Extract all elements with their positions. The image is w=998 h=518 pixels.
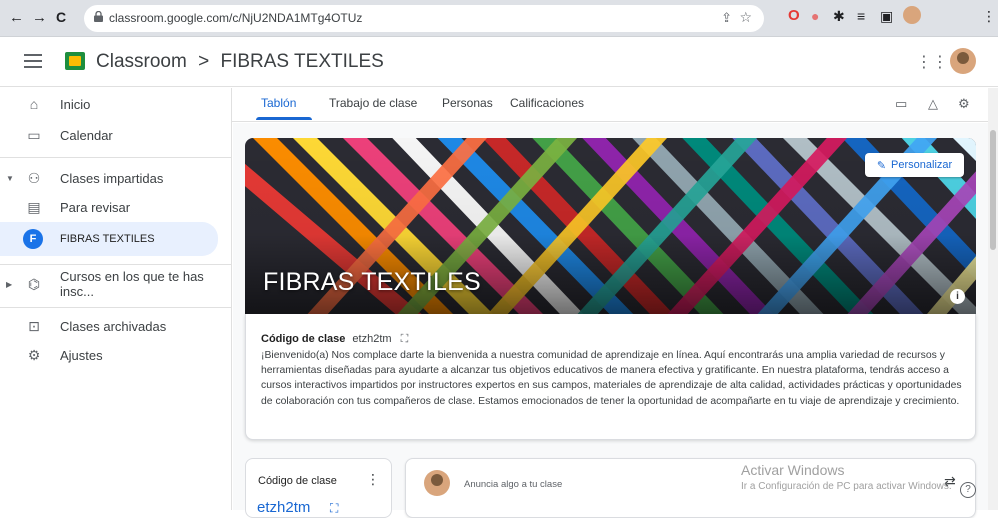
breadcrumb: Classroom > FIBRAS TEXTILES [96, 51, 384, 73]
sidebar-item-label: Cursos en los que te has insc... [60, 269, 204, 299]
class-code-card-title: Código de clase [258, 475, 337, 487]
fullscreen-icon[interactable]: ⛶ [330, 501, 338, 516]
sidebar-divider [0, 264, 232, 265]
reading-list-icon[interactable]: ≡ [857, 8, 865, 24]
class-name-breadcrumb[interactable]: FIBRAS TEXTILES [220, 51, 383, 72]
sidebar-item-calendar[interactable]: ▭ Calendar [0, 119, 218, 151]
sidebar-item-inicio[interactable]: ⌂ Inicio [0, 88, 218, 120]
browser-menu-icon[interactable]: ⋮ [982, 8, 996, 25]
back-icon[interactable]: ← [9, 9, 24, 26]
sidebar-divider [0, 157, 232, 158]
sidebar-item-label: FIBRAS TEXTILES [60, 233, 155, 245]
windows-activation-title: Activar Windows [741, 462, 845, 478]
tab-tablon[interactable]: Tablón [261, 96, 296, 110]
people-icon: ⚇ [27, 169, 41, 186]
class-banner: FIBRAS TEXTILES ✎ Personalizar i [245, 138, 976, 314]
sidebar-item-label: Calendar [60, 127, 113, 143]
customize-label: Personalizar [891, 159, 953, 171]
sidebar-item-fibras-textiles[interactable]: F FIBRAS TEXTILES [0, 222, 218, 256]
side-panel-icon[interactable]: ▣ [880, 8, 893, 25]
sidebar-item-para-revisar[interactable]: ▤ Para revisar [0, 191, 218, 223]
account-avatar[interactable] [950, 48, 976, 74]
class-avatar: F [23, 229, 43, 249]
calendar-icon[interactable]: ▭ [895, 96, 907, 112]
sidebar-item-label: Clases archivadas [60, 318, 167, 334]
tab-trabajo-de-clase[interactable]: Trabajo de clase [329, 96, 417, 110]
sidebar-item-label: Ajustes [60, 347, 103, 363]
classroom-header: Classroom > FIBRAS TEXTILES ⋮⋮⋮ [0, 37, 998, 87]
page-scrollbar[interactable] [988, 88, 998, 510]
class-tabs: Tablón Trabajo de clase Personas Calific… [232, 88, 998, 122]
sidebar-item-label: Para revisar [60, 199, 131, 215]
school-icon: ⌬ [27, 275, 41, 292]
avatar [424, 470, 450, 496]
expand-caret-icon[interactable]: ▶ [6, 280, 12, 289]
sidebar-item-clases-archivadas[interactable]: ⊡ Clases archivadas [0, 310, 218, 342]
archive-icon: ⊡ [28, 317, 40, 334]
forward-icon[interactable]: → [32, 9, 47, 26]
url-text: classroom.google.com/c/NjU2NDA1MTg4OTUz [109, 11, 363, 25]
hamburger-menu-icon[interactable] [24, 54, 42, 68]
active-tab-indicator [256, 117, 312, 120]
collapse-caret-icon[interactable]: ▼ [6, 174, 14, 183]
info-icon[interactable]: i [950, 289, 965, 304]
calendar-icon: ▭ [27, 126, 41, 143]
browser-toolbar: ← → C classroom.google.com/c/NjU2NDA1MTg… [0, 0, 998, 37]
banner-title: FIBRAS TEXTILES [263, 268, 481, 296]
sidebar-item-clases-impartidas[interactable]: ▼ ⚇ Clases impartidas [0, 162, 218, 194]
sidebar-item-ajustes[interactable]: ⚙ Ajustes [0, 339, 218, 371]
more-options-icon[interactable]: ⋮ [366, 471, 380, 488]
record-extension-icon[interactable]: ● [811, 8, 819, 24]
class-description: ¡Bienvenido(a) Nos complace darte la bie… [261, 350, 962, 407]
settings-gear-icon[interactable]: ⚙ [958, 96, 970, 112]
profile-avatar-icon[interactable] [903, 6, 921, 24]
class-code-card-value: etzh2tm [257, 499, 311, 516]
windows-activation-subtitle: Ir a Configuración de PC para activar Wi… [741, 481, 952, 492]
class-code-card: Código de clase ⋮ etzh2tm ⛶ [245, 458, 392, 518]
sidebar-item-cursos-inscritos[interactable]: ▶ ⌬ Cursos en los que te has insc... [0, 268, 218, 300]
sidebar-divider [0, 307, 232, 308]
app-name[interactable]: Classroom [96, 51, 187, 72]
review-icon: ▤ [27, 198, 41, 215]
class-code-value: etzh2tm [352, 333, 392, 345]
address-bar[interactable]: classroom.google.com/c/NjU2NDA1MTg4OTUz … [84, 5, 764, 32]
drive-folder-icon[interactable]: △ [928, 96, 938, 112]
class-code-label: Código de clase [261, 333, 346, 345]
reload-icon[interactable]: C [56, 9, 66, 25]
lock-icon [94, 11, 103, 22]
fullscreen-icon[interactable]: ⛶ [401, 333, 409, 345]
customize-button[interactable]: ✎ Personalizar [865, 153, 964, 177]
classroom-logo-icon[interactable] [65, 52, 85, 70]
class-info-card: Código de clase etzh2tm ⛶ ¡Bienvenido(a)… [245, 314, 976, 440]
tab-calificaciones[interactable]: Calificaciones [510, 96, 584, 110]
sidebar: ⌂ Inicio ▭ Calendar ▼ ⚇ Clases impartida… [0, 88, 232, 510]
bookmark-star-icon[interactable]: ☆ [739, 9, 752, 26]
announce-placeholder[interactable]: Anuncia algo a tu clase [464, 479, 562, 490]
help-icon[interactable]: ? [960, 482, 976, 498]
share-icon[interactable]: ⇪ [721, 10, 732, 26]
sidebar-item-label: Inicio [60, 96, 91, 112]
pencil-icon: ✎ [876, 159, 887, 172]
opera-extension-icon[interactable]: O [788, 7, 800, 24]
gear-icon: ⚙ [27, 346, 41, 363]
extensions-puzzle-icon[interactable]: ✱ [833, 8, 845, 25]
class-code-line: Código de clase etzh2tm ⛶ [261, 333, 408, 346]
sidebar-item-label: Clases impartidas [60, 170, 164, 186]
breadcrumb-separator: > [198, 51, 210, 72]
tab-personas[interactable]: Personas [442, 96, 493, 110]
home-icon: ⌂ [29, 96, 39, 112]
